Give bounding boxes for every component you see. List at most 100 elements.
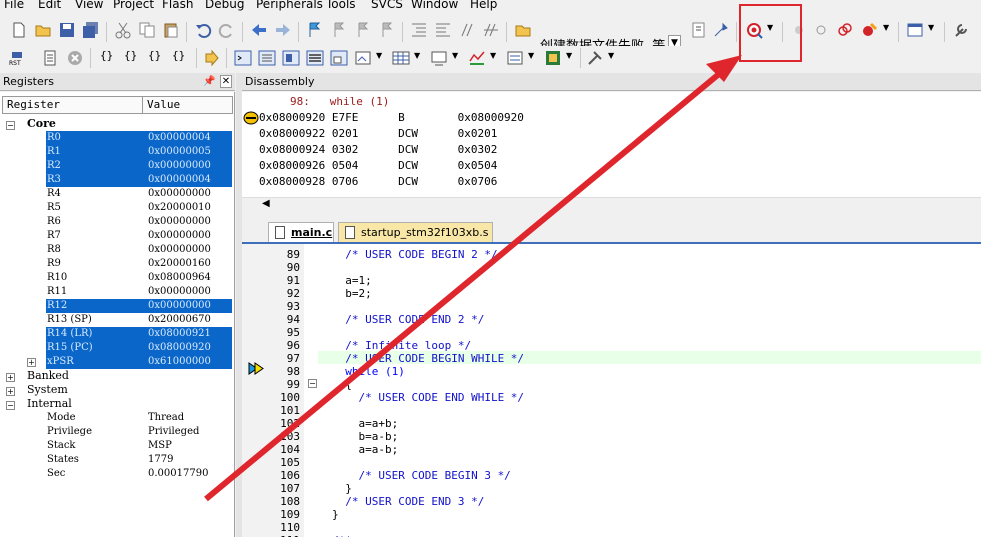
- trace-window-icon[interactable]: [506, 49, 524, 67]
- code-line[interactable]: /* USER CODE BEGIN 2 */: [332, 248, 497, 261]
- register-row[interactable]: R12 0x00000000: [0, 299, 235, 313]
- group-system[interactable]: System: [27, 383, 68, 396]
- register-row[interactable]: R13 (SP) 0x20000670: [0, 313, 235, 327]
- register-row[interactable]: R10 0x08000964: [0, 271, 235, 285]
- code-line[interactable]: b=a-b;: [332, 430, 398, 443]
- stop-icon[interactable]: [66, 49, 84, 67]
- breakpoint-dropdown-arrow[interactable]: ▼: [883, 23, 889, 32]
- register-value[interactable]: 0x20000670: [148, 313, 211, 327]
- disassembly-line[interactable]: 0x08000926 0504 DCW 0x0504: [259, 159, 497, 172]
- memory-window-icon[interactable]: [392, 49, 410, 67]
- bookmark-prev-icon[interactable]: [330, 21, 348, 39]
- code-line[interactable]: /* USER CODE BEGIN WHILE */: [332, 352, 524, 365]
- menu-help[interactable]: Help: [470, 0, 497, 11]
- watch-dropdown-arrow[interactable]: ▼: [376, 51, 382, 60]
- code-editor[interactable]: − 89 /* USER CODE BEGIN 2 */90 91 a=1; 92 …: [242, 242, 981, 537]
- code-line[interactable]: a=a+b;: [332, 417, 398, 430]
- new-file-icon[interactable]: [10, 21, 28, 39]
- register-row[interactable]: R8 0x00000000: [0, 243, 235, 257]
- register-row[interactable]: R7 0x00000000: [0, 229, 235, 243]
- bookmark-icon[interactable]: [306, 21, 324, 39]
- register-value[interactable]: 0x20000160: [148, 257, 211, 271]
- register-value[interactable]: 0x00000000: [148, 243, 211, 257]
- copy-icon[interactable]: [138, 21, 156, 39]
- code-line[interactable]: /* Infinite loop */: [332, 339, 471, 352]
- register-row[interactable]: R3 0x00000004: [0, 173, 235, 187]
- incremental-find-icon[interactable]: [712, 21, 730, 39]
- save-all-icon[interactable]: [82, 21, 100, 39]
- trace-dropdown-arrow[interactable]: ▼: [528, 51, 534, 60]
- step-into-icon[interactable]: {}: [100, 49, 113, 62]
- menu-peripherals[interactable]: Peripherals: [256, 0, 323, 11]
- register-row[interactable]: R14 (LR) 0x08000921: [0, 327, 235, 341]
- register-value[interactable]: 0x61000000: [148, 355, 211, 369]
- close-icon[interactable]: ✕: [220, 75, 232, 88]
- core-group-label[interactable]: Core: [27, 117, 56, 130]
- undo-icon[interactable]: [194, 21, 212, 39]
- disassembly-hscrollbar[interactable]: ◀: [242, 197, 981, 213]
- internal-row[interactable]: Mode Thread: [0, 411, 235, 425]
- window-layout-icon[interactable]: [906, 21, 924, 39]
- register-row[interactable]: R1 0x00000005: [0, 145, 235, 159]
- menu-tools[interactable]: Tools: [326, 0, 356, 11]
- reset-cpu-icon[interactable]: RST: [8, 49, 26, 67]
- internal-row[interactable]: States 1779: [0, 453, 235, 467]
- register-row[interactable]: R5 0x20000010: [0, 201, 235, 215]
- internal-row[interactable]: Sec 0.00017790: [0, 467, 235, 481]
- register-row[interactable]: R2 0x00000000: [0, 159, 235, 173]
- code-line[interactable]: /* USER CODE BEGIN 3 */: [332, 469, 510, 482]
- open-folder-icon[interactable]: [34, 21, 52, 39]
- find-in-files-icon[interactable]: [514, 21, 532, 39]
- register-row[interactable]: R0 0x00000004: [0, 131, 235, 145]
- register-value[interactable]: 0x00000000: [148, 187, 211, 201]
- memory-dropdown-arrow[interactable]: ▼: [414, 51, 420, 60]
- step-out-icon[interactable]: {}: [148, 49, 161, 62]
- registers-window-icon[interactable]: [306, 49, 324, 67]
- run-icon[interactable]: [42, 49, 60, 67]
- code-line[interactable]: /* USER CODE END 3 */: [332, 495, 484, 508]
- group-expand-toggle[interactable]: +: [6, 373, 15, 382]
- xpsr-expand-toggle[interactable]: +: [27, 358, 36, 367]
- layout-dropdown-arrow[interactable]: ▼: [928, 23, 934, 32]
- watch-window-icon[interactable]: [354, 49, 372, 67]
- group-expand-toggle[interactable]: −: [6, 401, 15, 410]
- redo-icon[interactable]: [218, 21, 236, 39]
- register-value[interactable]: 0x08000920: [148, 341, 211, 355]
- find-dialog-icon[interactable]: [690, 21, 708, 39]
- code-line[interactable]: /* USER CODE END 2 */: [332, 313, 484, 326]
- register-value[interactable]: 0x00000000: [148, 215, 211, 229]
- register-row[interactable]: R4 0x00000000: [0, 187, 235, 201]
- paste-icon[interactable]: [162, 21, 180, 39]
- disassembly-line[interactable]: 0x08000920 E7FE B 0x08000920: [259, 111, 524, 124]
- menu-project[interactable]: Project: [113, 0, 154, 11]
- system-viewer-icon[interactable]: [544, 49, 562, 67]
- toolbox-icon[interactable]: [586, 49, 604, 67]
- system-viewer-dropdown-arrow[interactable]: ▼: [566, 51, 572, 60]
- register-value[interactable]: 0x00000000: [148, 285, 211, 299]
- register-value[interactable]: 0x00000000: [148, 159, 211, 173]
- register-value[interactable]: 0x20000010: [148, 201, 211, 215]
- uncomment-icon[interactable]: [482, 21, 500, 39]
- group-banked[interactable]: Banked: [27, 369, 69, 382]
- value-column-header[interactable]: Value: [142, 96, 233, 114]
- code-line[interactable]: a=1;: [332, 274, 372, 287]
- code-line[interactable]: }: [332, 482, 352, 495]
- code-line[interactable]: /* USER CODE END WHILE */: [332, 391, 524, 404]
- scroll-left-icon[interactable]: ◀: [262, 198, 270, 209]
- disassembly-line[interactable]: 0x08000928 0706 DCW 0x0706: [259, 175, 497, 188]
- cut-icon[interactable]: [114, 21, 132, 39]
- menu-edit[interactable]: Edit: [38, 0, 61, 11]
- menu-view[interactable]: View: [75, 0, 103, 11]
- register-value[interactable]: 0x08000921: [148, 327, 211, 341]
- disassembly-window-icon[interactable]: [258, 49, 276, 67]
- bookmark-clear-icon[interactable]: [378, 21, 396, 39]
- core-expand-toggle[interactable]: −: [6, 121, 15, 130]
- code-line[interactable]: {: [332, 378, 352, 391]
- unindent-icon[interactable]: [434, 21, 452, 39]
- register-row[interactable]: R6 0x00000000: [0, 215, 235, 229]
- menu-flash[interactable]: Flash: [162, 0, 193, 11]
- fold-toggle-icon[interactable]: −: [308, 379, 317, 388]
- code-line[interactable]: while (1): [332, 365, 405, 378]
- register-column-header[interactable]: Register: [2, 96, 143, 114]
- register-value[interactable]: 0x00000004: [148, 131, 211, 145]
